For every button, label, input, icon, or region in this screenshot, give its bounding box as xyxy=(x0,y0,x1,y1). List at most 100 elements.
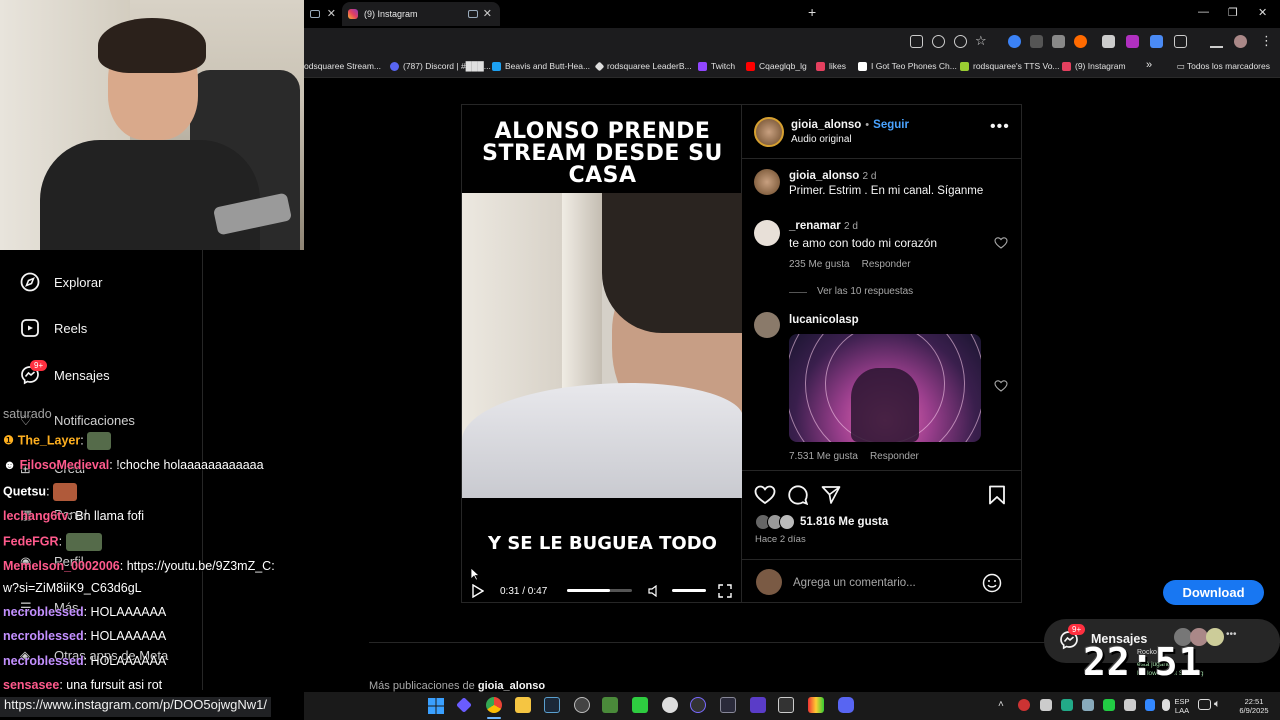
minecraft-icon[interactable] xyxy=(602,697,618,713)
chrome-icon[interactable] xyxy=(486,697,502,713)
file-explorer-icon[interactable] xyxy=(515,697,531,713)
minimize-button[interactable]: — xyxy=(1198,6,1209,18)
volume-icon[interactable]: 🔈︎ xyxy=(1214,698,1221,711)
tray-icon[interactable] xyxy=(1040,699,1052,711)
tray-icon[interactable] xyxy=(1061,699,1073,711)
bookmark-item[interactable]: odsquaree Stream... xyxy=(304,61,381,71)
bookmark-item[interactable]: rodsquaree's TTS Vo... xyxy=(960,61,1060,71)
bookmarks-bar: odsquaree Stream... (787) Discord | #███… xyxy=(304,56,1280,78)
like-comment-icon[interactable] xyxy=(994,379,1008,393)
system-clock[interactable]: 22:51 6/9/2025 xyxy=(1232,697,1276,715)
reel-player[interactable]: ALONSO PRENDE STREAM DESDE SU CASA Y SE … xyxy=(461,104,743,603)
bookmark-item[interactable]: (787) Discord | #███... xyxy=(390,61,491,71)
zoom-icon[interactable] xyxy=(932,35,945,48)
bookmark-item[interactable]: likes xyxy=(816,61,846,71)
extension-icon[interactable] xyxy=(1150,35,1163,48)
discord-icon[interactable] xyxy=(838,697,854,713)
tray-icon[interactable] xyxy=(1103,699,1115,711)
bookmark-item[interactable]: (9) Instagram xyxy=(1062,61,1126,71)
view-replies-link[interactable]: Ver las 10 respuestas xyxy=(817,286,913,297)
close-window-button[interactable]: ✕ xyxy=(1258,6,1267,19)
star-icon[interactable]: ☆ xyxy=(975,33,987,49)
eye-off-icon[interactable] xyxy=(954,35,967,48)
messages-badge: 9+ xyxy=(30,360,48,371)
comment-icon[interactable] xyxy=(788,485,808,505)
nav-explore[interactable]: Explorar xyxy=(20,272,102,292)
extension-icon[interactable] xyxy=(1126,35,1139,48)
close-icon[interactable]: ✕ xyxy=(483,7,492,20)
all-bookmarks-folder[interactable]: ▭ Todos los marcadores xyxy=(1177,61,1270,72)
network-icon[interactable] xyxy=(1198,699,1211,710)
volume-button[interactable] xyxy=(648,581,660,601)
author-avatar[interactable] xyxy=(754,169,780,195)
tab-strip: ✕ (9) Instagram ✕ + — ❐ ✕ xyxy=(304,0,1280,28)
bookmark-item[interactable]: Cqaeglqb_lg xyxy=(746,61,807,71)
commenter-avatar[interactable] xyxy=(754,312,780,338)
share-icon[interactable] xyxy=(821,485,841,505)
commenter-avatar[interactable] xyxy=(754,220,780,246)
play-button[interactable] xyxy=(472,581,484,601)
reel-video-frame[interactable] xyxy=(462,193,743,498)
bookmark-item[interactable]: Beavis and Butt-Hea... xyxy=(492,61,590,71)
settings-icon[interactable] xyxy=(720,697,736,713)
audio-label[interactable]: Audio original xyxy=(791,134,852,145)
author-username[interactable]: gioia_alonso xyxy=(791,119,861,131)
volume-slider[interactable] xyxy=(672,589,706,592)
download-button[interactable]: Download xyxy=(1163,580,1264,605)
tab-instagram[interactable]: (9) Instagram ✕ xyxy=(342,2,500,26)
app-icon[interactable] xyxy=(456,697,472,713)
new-tab-button[interactable]: + xyxy=(808,4,816,20)
bookmark-item[interactable]: Twitch xyxy=(698,61,735,71)
author-avatar[interactable] xyxy=(754,117,784,147)
chat-line: necroblessed: HOLAAAAAA xyxy=(3,605,167,619)
puzzle-icon[interactable] xyxy=(1174,35,1187,48)
maximize-button[interactable]: ❐ xyxy=(1228,6,1238,19)
extension-icon[interactable] xyxy=(1074,35,1087,48)
nav-reels[interactable]: Reels xyxy=(20,318,87,338)
progress-bar[interactable] xyxy=(567,589,632,592)
app-icon[interactable] xyxy=(574,697,590,713)
like-icon[interactable] xyxy=(754,485,776,505)
extension-icon[interactable] xyxy=(1008,35,1021,48)
bookmarks-overflow-button[interactable]: » xyxy=(1146,59,1152,71)
language-indicator[interactable]: ESP LAA xyxy=(1168,697,1196,715)
app-icon[interactable] xyxy=(690,697,706,713)
fullscreen-button[interactable] xyxy=(718,581,732,601)
save-icon[interactable] xyxy=(988,485,1006,505)
cast-icon[interactable] xyxy=(910,35,923,48)
reel-subtitle-caption: Y SE LE BUGUEA TODO xyxy=(488,533,717,554)
bluetooth-icon[interactable] xyxy=(1145,699,1155,711)
windows-start-icon[interactable] xyxy=(428,698,444,714)
emoji-icon[interactable] xyxy=(982,573,1002,593)
media-control-icon[interactable] xyxy=(1210,35,1223,48)
comment-gif[interactable] xyxy=(789,334,981,442)
liker-avatar xyxy=(779,514,795,530)
app-icon[interactable] xyxy=(808,697,824,713)
comment-input[interactable]: Agrega un comentario... xyxy=(793,577,916,589)
tab-previous[interactable]: ✕ xyxy=(304,2,340,26)
tray-icon[interactable] xyxy=(1082,699,1094,711)
chat-line: ☻ FilosoMedieval: !choche holaaaaaaaaaaa… xyxy=(3,458,264,472)
steam-icon[interactable] xyxy=(544,697,560,713)
profile-avatar-icon[interactable] xyxy=(1234,35,1247,48)
bookmark-item[interactable]: rodsquaree LeaderB... xyxy=(594,61,692,71)
app-icon[interactable] xyxy=(632,697,648,713)
likes-count[interactable]: 51.816 Me gusta xyxy=(800,516,888,528)
extension-icon[interactable] xyxy=(1030,35,1043,48)
more-options-icon[interactable]: ••• xyxy=(990,118,1010,136)
close-icon[interactable]: ✕ xyxy=(327,7,336,20)
follow-button[interactable]: Seguir xyxy=(873,119,909,131)
extension-icon[interactable] xyxy=(1052,35,1065,48)
app-icon[interactable] xyxy=(778,697,794,713)
extension-icon[interactable] xyxy=(1102,35,1115,48)
menu-kebab-icon[interactable]: ⋮ xyxy=(1260,33,1273,49)
like-comment-icon[interactable] xyxy=(994,236,1008,250)
tray-chevron-icon[interactable]: ˄ xyxy=(998,699,1004,710)
video-time: 0:31 / 0:47 xyxy=(500,585,548,597)
tray-icon[interactable] xyxy=(1124,699,1136,711)
twitch-icon xyxy=(698,61,707,71)
app-icon[interactable] xyxy=(662,697,678,713)
bookmark-item[interactable]: I Got Teo Phones Ch... xyxy=(858,61,957,71)
tray-icon[interactable] xyxy=(1018,699,1030,711)
app-icon[interactable] xyxy=(750,697,766,713)
